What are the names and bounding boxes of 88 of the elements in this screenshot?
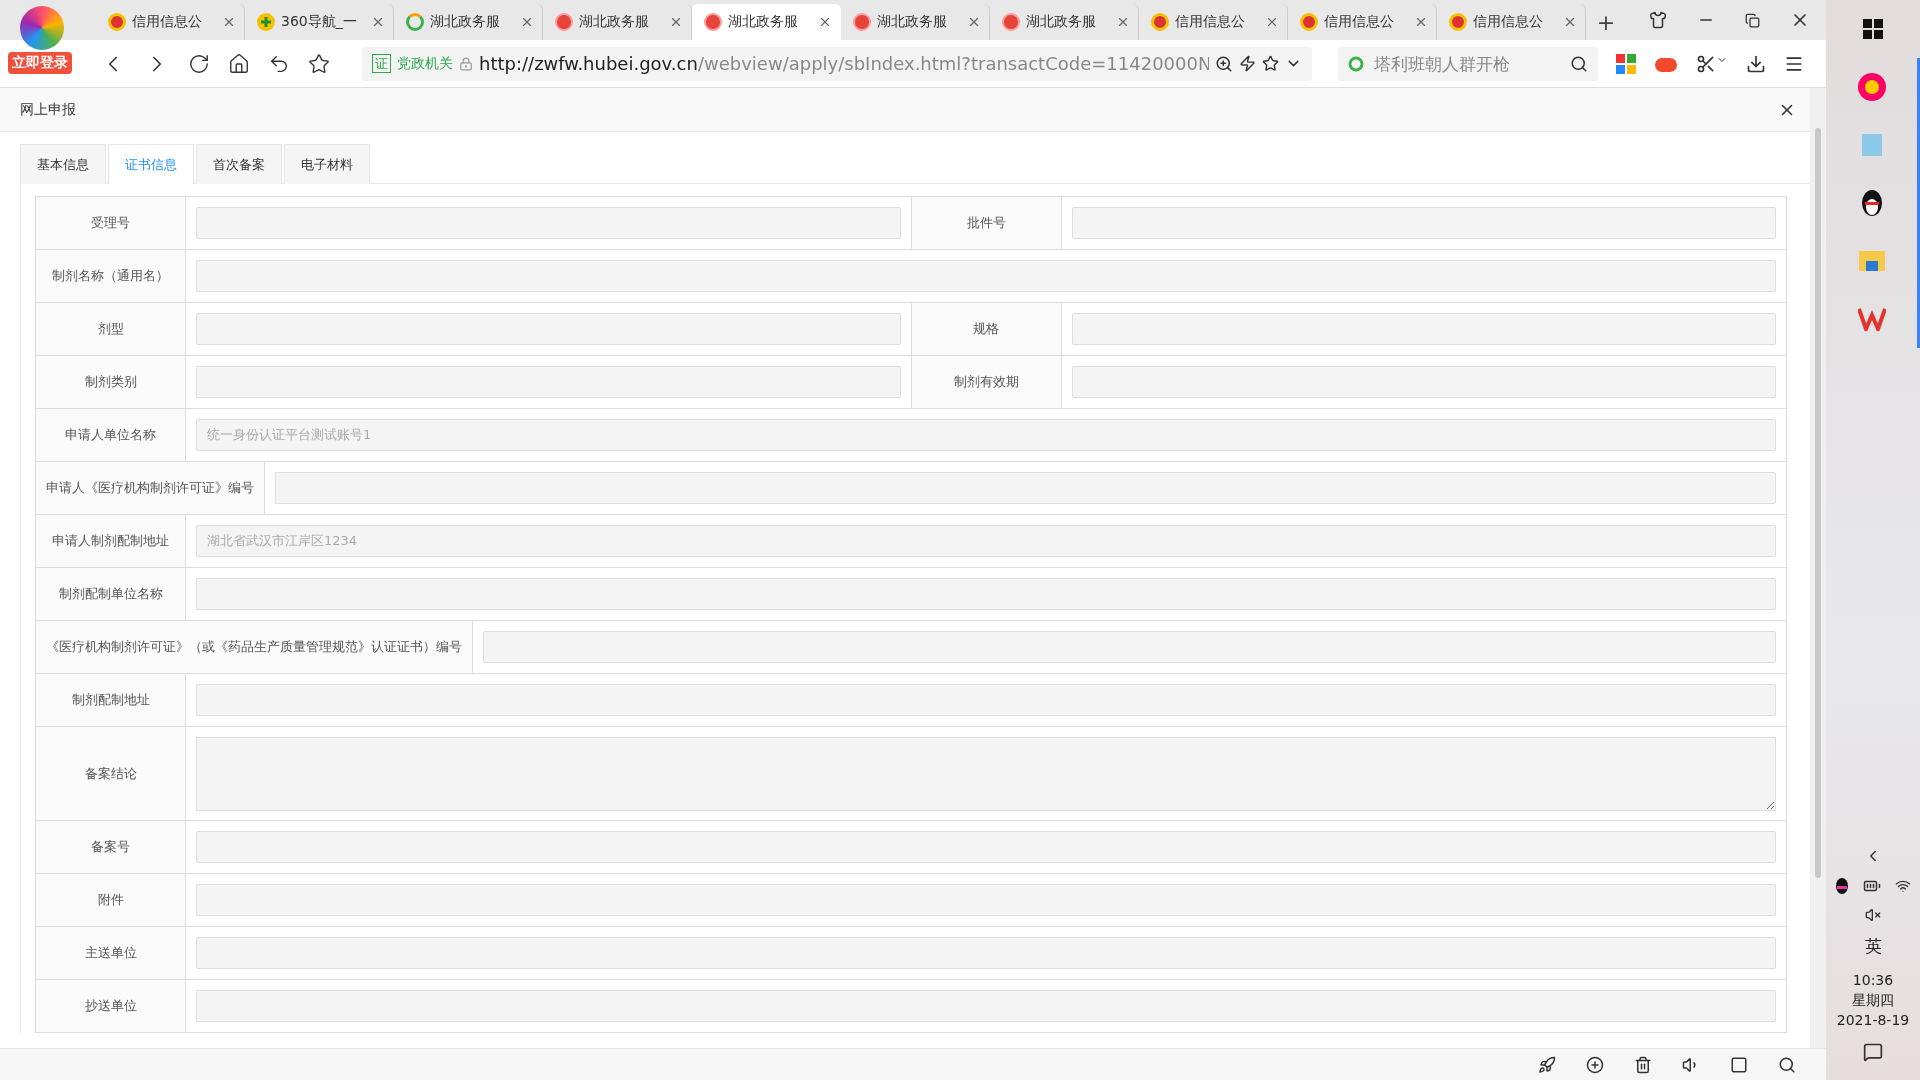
seal-icon <box>1002 13 1020 31</box>
input-method-indicator[interactable]: 英 <box>1864 935 1882 958</box>
ring-icon <box>406 13 424 31</box>
home-icon[interactable] <box>228 52 250 75</box>
site-type-label: 党政机关 <box>397 54 453 73</box>
notification-icon[interactable] <box>1863 1042 1883 1062</box>
input-field[interactable] <box>196 207 901 239</box>
input-field[interactable] <box>1071 313 1776 345</box>
form-tab[interactable]: 基本信息 <box>20 144 106 184</box>
field-label: 申请人《医疗机构制剂许可证》编号 <box>36 462 265 514</box>
login-button[interactable]: 立即登录 <box>8 52 72 74</box>
close-icon[interactable] <box>818 15 832 29</box>
input-field[interactable] <box>196 260 1776 292</box>
window-icon[interactable] <box>1730 1055 1748 1074</box>
tiles-icon[interactable] <box>1616 53 1636 74</box>
field-label: 备案结论 <box>36 727 186 820</box>
field-label: 主送单位 <box>36 927 186 979</box>
seal-icon <box>853 13 871 31</box>
browser-app-icon[interactable] <box>1856 72 1887 102</box>
dialog-title: 网上申报 <box>20 100 76 119</box>
seal-icon <box>704 13 722 31</box>
restore-icon[interactable] <box>1745 12 1760 28</box>
scrollbar[interactable] <box>1810 88 1826 1048</box>
search-bar[interactable]: 塔利班朝人群开枪 <box>1338 46 1598 81</box>
input-field[interactable] <box>483 631 1776 663</box>
input-field[interactable] <box>196 313 901 345</box>
url-text: http://zwfw.hubei.gov.cn/webview/apply/sbIndex.html?transactCode=11420000N <box>479 53 1209 74</box>
field-label: 制剂名称（通用名） <box>36 250 186 302</box>
input-field[interactable] <box>196 990 1776 1022</box>
field-label: 制剂配制单位名称 <box>36 568 186 620</box>
input-field[interactable] <box>196 831 1776 863</box>
browser-tab[interactable]: 湖北政务服 <box>692 4 841 40</box>
address-bar[interactable]: 证 党政机关 http://zwfw.hubei.gov.cn/webview/apply/sbIndex.html?transactCode=11420000N <box>362 46 1312 81</box>
zoom-icon[interactable] <box>1215 54 1233 73</box>
input-field[interactable] <box>196 366 901 398</box>
field-label: 受理号 <box>36 197 186 249</box>
shirt-icon[interactable] <box>1649 11 1667 29</box>
wifi-icon[interactable] <box>1895 878 1911 894</box>
penguin-icon[interactable] <box>1835 877 1849 895</box>
emblem-icon <box>1449 13 1467 31</box>
field-label: 规格 <box>911 303 1062 355</box>
form-tab[interactable]: 电子材料 <box>284 144 370 184</box>
field-label: 申请人制剂配制地址 <box>36 515 186 567</box>
windows-logo-icon[interactable] <box>1863 19 1883 39</box>
emblem-icon <box>1300 13 1318 31</box>
input-field[interactable] <box>1071 207 1776 239</box>
document-app-icon[interactable] <box>1857 307 1886 331</box>
rocket-icon[interactable] <box>1538 1055 1556 1074</box>
search-icon[interactable] <box>1778 1055 1796 1074</box>
search-icon[interactable] <box>1570 54 1588 73</box>
seal-icon <box>555 13 573 31</box>
star-icon[interactable] <box>308 52 330 75</box>
new-tab-button[interactable]: + <box>1586 4 1626 40</box>
search-field[interactable]: 塔利班朝人群开枪 <box>1372 52 1562 75</box>
download-icon[interactable] <box>1746 53 1766 74</box>
field-label: 制剂有效期 <box>911 356 1062 408</box>
field-label: 制剂类别 <box>36 356 186 408</box>
mute-icon[interactable] <box>1865 907 1881 923</box>
form-tab[interactable]: 首次备案 <box>196 144 282 184</box>
field-label: 抄送单位 <box>36 980 186 1032</box>
field-label: 申请人单位名称 <box>36 409 186 461</box>
input-field[interactable] <box>196 578 1776 610</box>
reload-icon[interactable] <box>188 52 210 75</box>
lock-icon <box>459 56 473 71</box>
clock[interactable]: 10:36 星期四 2021-8-19 <box>1836 970 1910 1030</box>
emblem-icon <box>108 13 126 31</box>
field-label: 附件 <box>36 874 186 926</box>
field-label: 批件号 <box>911 197 1062 249</box>
emblem-icon <box>1151 13 1169 31</box>
input-field[interactable] <box>275 472 1776 504</box>
ring-icon <box>1348 55 1364 72</box>
field-label: 备案号 <box>36 821 186 873</box>
input-field[interactable] <box>196 684 1776 716</box>
input-field[interactable] <box>196 937 1776 969</box>
field-label: 《医疗机构制剂许可证》（或《药品生产质量管理规范》认证证书）编号 <box>36 621 473 673</box>
field-label: 剂型 <box>36 303 186 355</box>
certificate-badge: 证 <box>372 54 391 73</box>
circle-plus-icon[interactable] <box>1586 1055 1604 1074</box>
lightning-icon[interactable] <box>1239 55 1256 72</box>
input-field[interactable] <box>196 884 1776 916</box>
star-icon[interactable] <box>1262 55 1279 72</box>
folder-icon[interactable] <box>1857 249 1886 273</box>
input-field[interactable] <box>1071 366 1776 398</box>
field-label: 制剂配制地址 <box>36 674 186 726</box>
trash-icon[interactable] <box>1634 1055 1652 1074</box>
plus-icon <box>257 13 275 31</box>
browser-logo-icon[interactable] <box>20 6 64 50</box>
scissors-icon[interactable] <box>1696 53 1728 74</box>
